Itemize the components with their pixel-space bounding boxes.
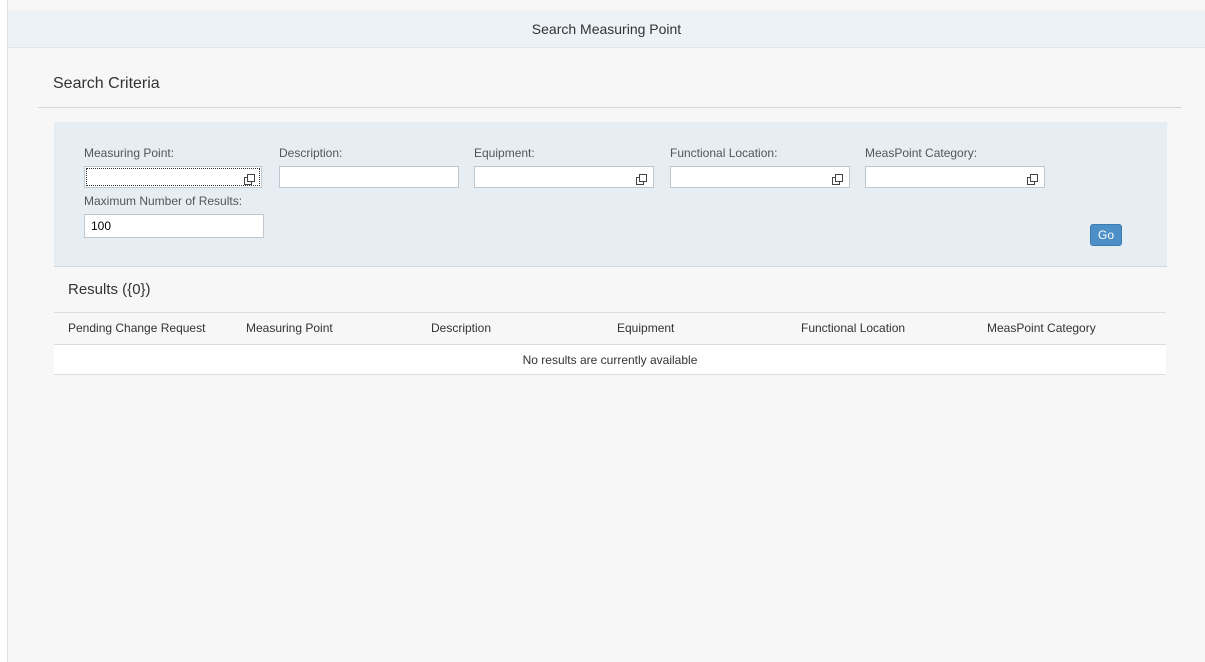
column-header[interactable]: Description [431, 321, 491, 335]
description-field: Description: [279, 146, 459, 188]
table-header: Pending Change Request Measuring Point D… [54, 312, 1166, 345]
empty-row: No results are currently available [54, 345, 1166, 375]
go-button[interactable]: Go [1090, 224, 1122, 246]
divider [38, 107, 1181, 108]
functional-location-field: Functional Location: [670, 146, 850, 188]
measuring-point-label: Measuring Point: [84, 146, 175, 160]
equipment-input[interactable] [474, 166, 654, 188]
column-header[interactable]: Equipment [617, 321, 674, 335]
equipment-label: Equipment: [474, 146, 535, 160]
equipment-field: Equipment: [474, 146, 654, 188]
page-header: Search Measuring Point [8, 10, 1205, 48]
value-help-icon[interactable] [1027, 174, 1038, 185]
max-results-field: Maximum Number of Results: 100 [84, 194, 264, 238]
description-label: Description: [279, 146, 343, 160]
measpoint-category-input[interactable] [865, 166, 1045, 188]
value-help-icon[interactable] [832, 174, 843, 185]
measuring-point-field: Measuring Point: [84, 146, 262, 188]
column-header[interactable]: Measuring Point [246, 321, 333, 335]
functional-location-label: Functional Location: [670, 146, 778, 160]
measpoint-category-field: MeasPoint Category: [865, 146, 1045, 188]
value-help-icon[interactable] [636, 174, 647, 185]
left-edge [0, 0, 8, 662]
column-header[interactable]: MeasPoint Category [987, 321, 1096, 335]
no-results-text: No results are currently available [522, 352, 698, 367]
max-results-label: Maximum Number of Results: [84, 194, 243, 208]
column-header[interactable]: Pending Change Request [68, 321, 205, 335]
measuring-point-input[interactable] [84, 166, 262, 188]
value-help-icon[interactable] [244, 174, 255, 185]
results-title: Results ({0}) [68, 281, 151, 298]
measpoint-category-label: MeasPoint Category: [865, 146, 978, 160]
page-title: Search Measuring Point [531, 20, 682, 37]
search-criteria-title: Search Criteria [53, 75, 160, 92]
column-header[interactable]: Functional Location [801, 321, 905, 335]
functional-location-input[interactable] [670, 166, 850, 188]
filter-bar: Measuring Point: Description: Equipment:… [54, 122, 1167, 267]
max-results-input[interactable]: 100 [84, 214, 264, 238]
description-input[interactable] [279, 166, 459, 188]
results-table: Pending Change Request Measuring Point D… [54, 312, 1166, 375]
